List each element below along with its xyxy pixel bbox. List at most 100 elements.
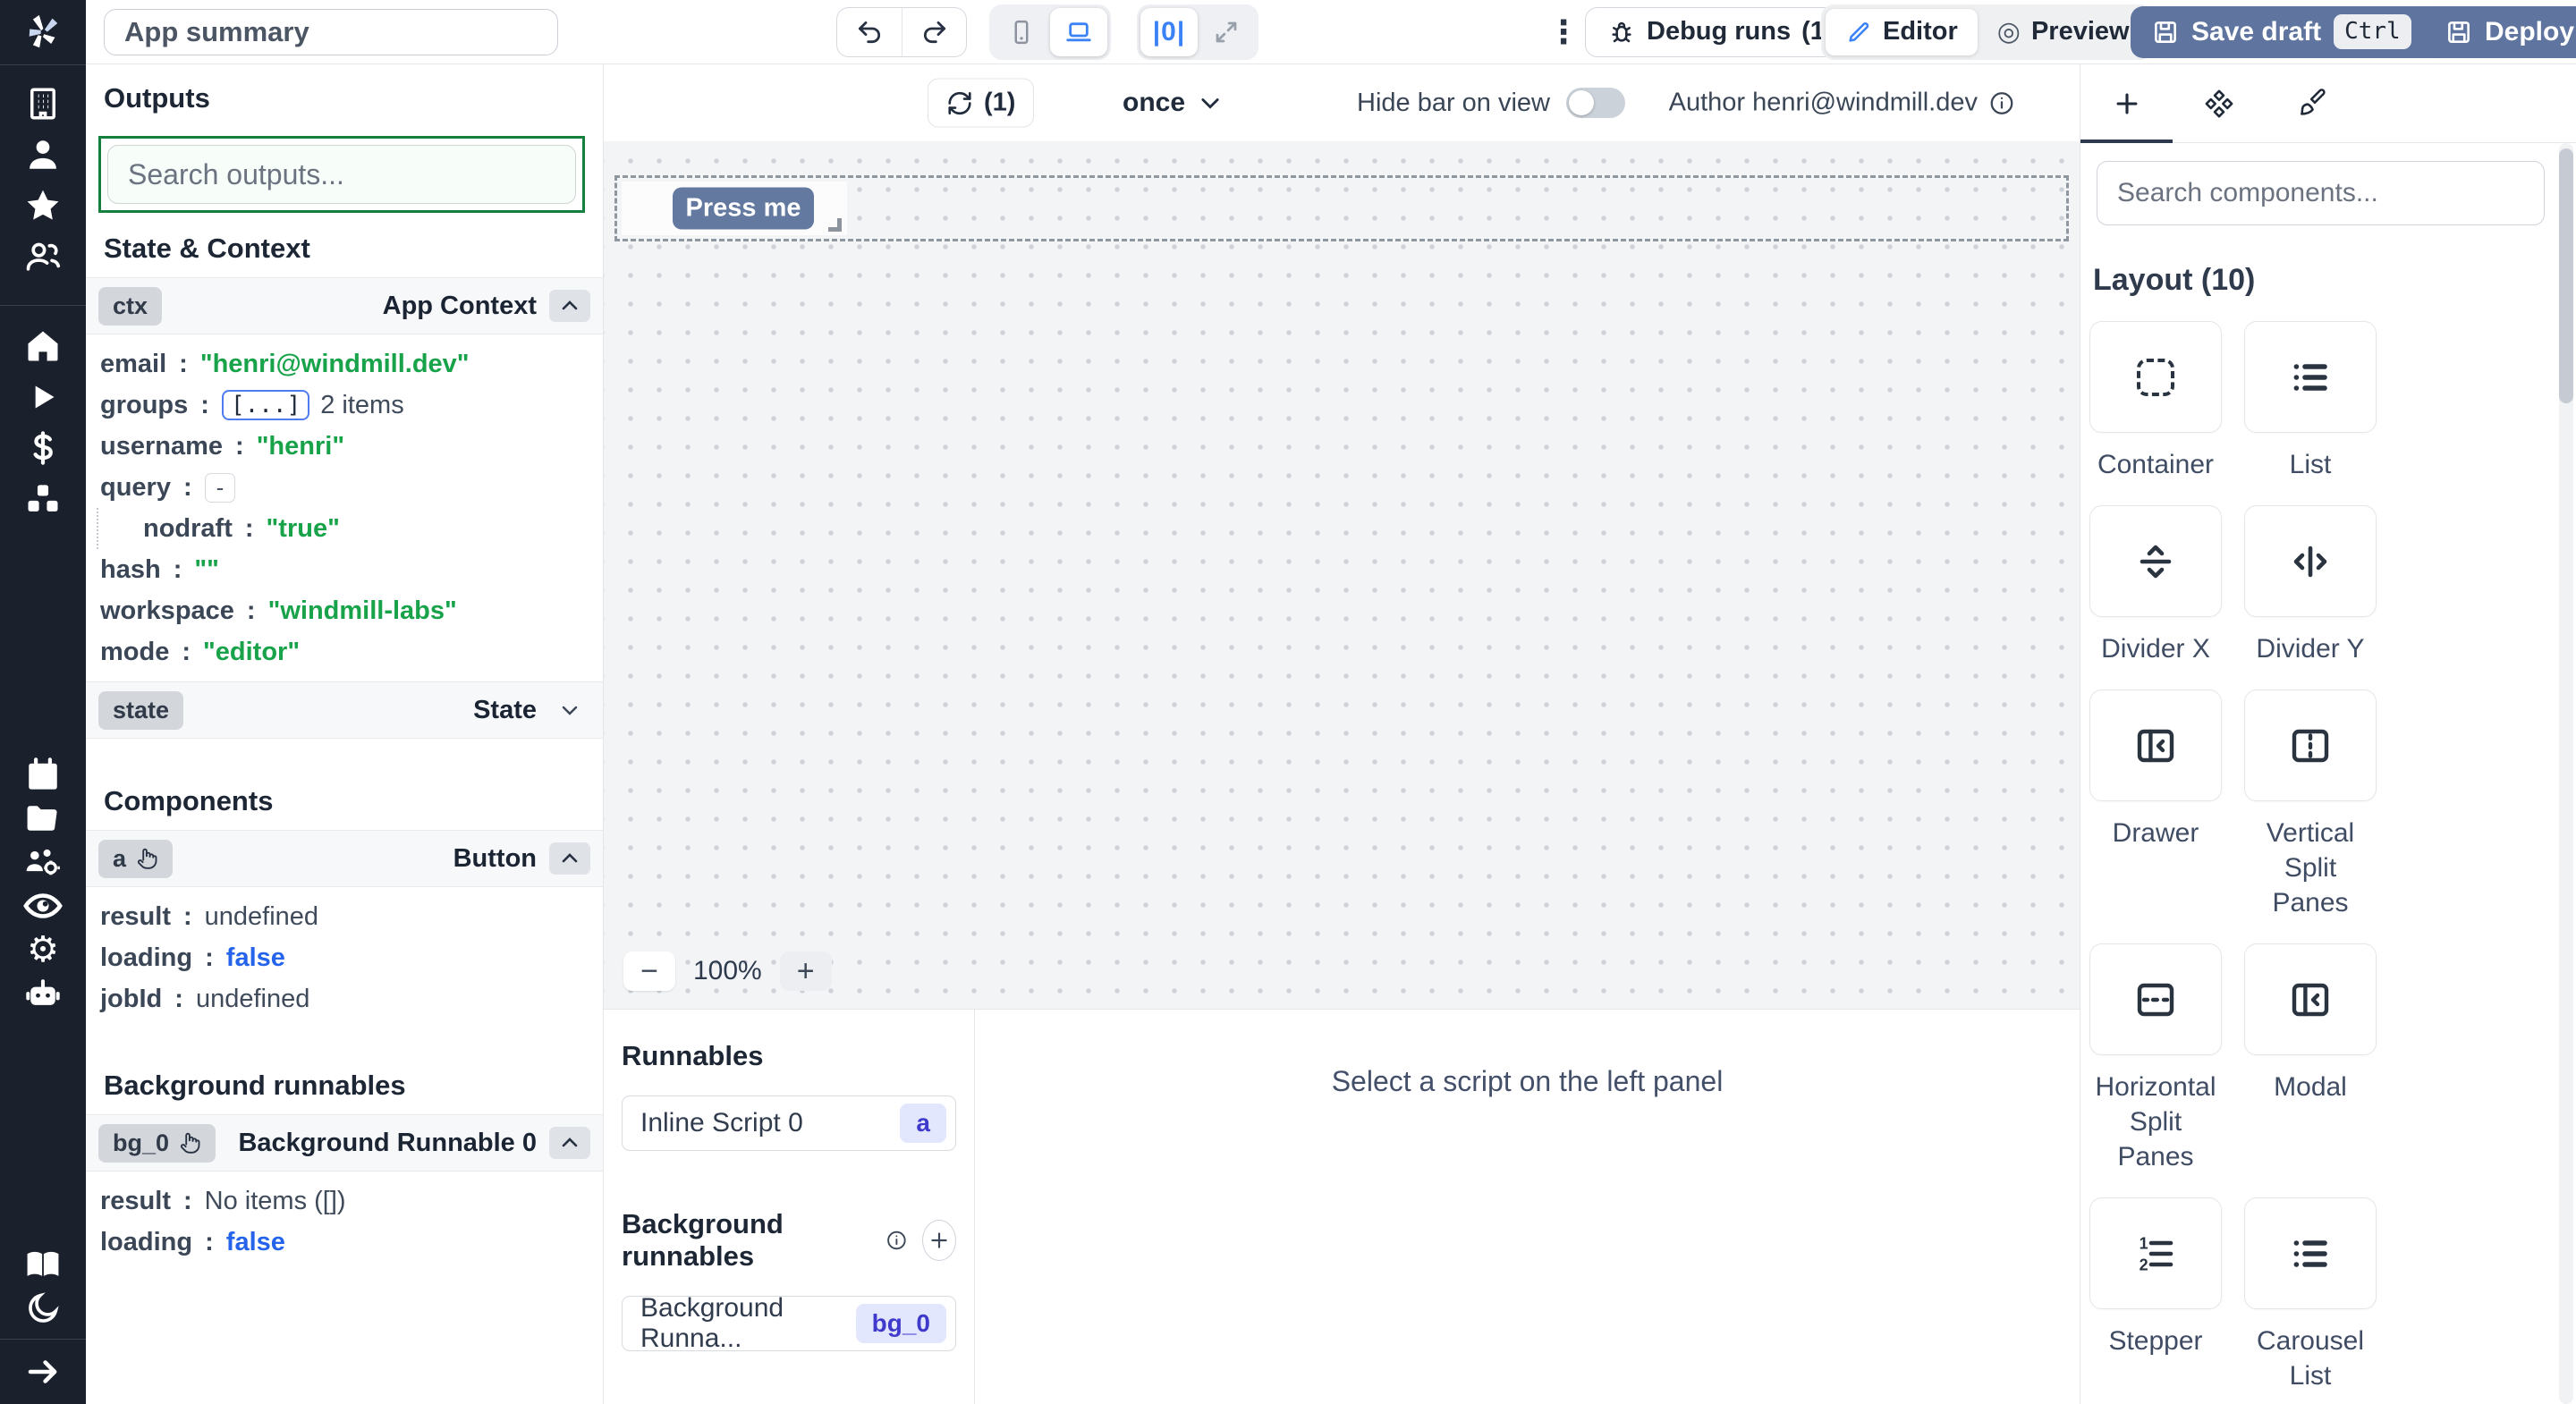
zoom-in-button[interactable]: + <box>779 952 832 991</box>
component-a-row[interactable]: a Button <box>86 830 603 887</box>
kv-row[interactable]: mode: "editor" <box>100 631 603 672</box>
expand-state-button[interactable] <box>549 694 590 726</box>
sidebar-item-user[interactable] <box>0 129 86 180</box>
kv-row[interactable]: groups: [...] 2 items <box>100 385 603 426</box>
schedule-dropdown[interactable]: once <box>1123 88 1223 118</box>
fullscreen-button[interactable] <box>1198 8 1255 56</box>
kv-row[interactable]: loading: false <box>100 937 603 978</box>
empty-object-badge[interactable]: - <box>204 472 236 503</box>
smartphone-icon <box>1014 20 1029 44</box>
collapse-ctx-button[interactable] <box>549 290 590 322</box>
add-bg-runnable-button[interactable] <box>921 1220 956 1261</box>
kv-row[interactable]: result: undefined <box>100 896 603 937</box>
windmill-logo[interactable] <box>0 0 86 64</box>
user-cog-icon <box>23 842 63 882</box>
button-component-cell[interactable]: Press me <box>622 182 847 235</box>
kv-row[interactable]: hash: "" <box>100 549 603 590</box>
bg-runnable-label: Background Runna... <box>640 1293 784 1353</box>
kv-row[interactable]: nodraft: "true" <box>97 508 603 549</box>
deploy-button[interactable]: Deploy <box>2424 5 2576 58</box>
mobile-view-button[interactable] <box>993 8 1050 56</box>
sidebar-item-settings[interactable]: ⚙ <box>0 927 86 971</box>
tab-insert-component[interactable] <box>2080 64 2173 143</box>
components-title: Components <box>104 785 274 816</box>
state-object-row[interactable]: state State <box>86 681 603 739</box>
center-content-button[interactable]: |0| <box>1140 7 1198 56</box>
sidebar-item-folders[interactable] <box>0 796 86 840</box>
bg-runnable-item[interactable]: Background Runna... bg_0 <box>622 1293 956 1353</box>
component-card-divider-y[interactable]: Divider Y <box>2244 505 2377 666</box>
sidebar-divider <box>0 64 86 65</box>
stepper-icon: 12 <box>2140 1234 2174 1273</box>
bg-runnable-row[interactable]: bg_0 Background Runnable 0 <box>86 1114 603 1171</box>
sidebar-item-ai[interactable] <box>0 971 86 1015</box>
ctx-badge: ctx <box>98 286 163 326</box>
collapse-bg-runnable-button[interactable] <box>549 1127 590 1159</box>
svg-text:1: 1 <box>2140 1234 2148 1252</box>
search-outputs-input[interactable] <box>107 145 576 204</box>
component-card-modal[interactable]: Modal <box>2244 943 2377 1174</box>
sidebar-item-runs[interactable] <box>0 371 86 422</box>
scrollbar-thumb[interactable] <box>2559 148 2573 403</box>
ctx-type-label: App Context <box>382 291 537 320</box>
kv-row[interactable]: result: No items ([]) <box>100 1180 603 1222</box>
sidebar-item-workspace[interactable] <box>0 78 86 129</box>
refresh-button[interactable]: (1) <box>928 78 1035 128</box>
debug-runs-button[interactable]: Debug runs (1) <box>1585 6 1856 57</box>
editor-preview-toggle: Editor ◎ Preview <box>1821 4 2154 60</box>
search-components-input[interactable] <box>2097 161 2545 225</box>
component-card-horizontal-split[interactable]: Horizontal Split Panes <box>2089 943 2222 1174</box>
kv-row[interactable]: query: - <box>100 467 603 508</box>
expand-array-badge[interactable]: [...] <box>221 390 310 420</box>
sidebar-expand-button[interactable] <box>0 1340 86 1404</box>
tab-editor[interactable]: Editor <box>1826 8 1978 55</box>
sidebar-item-schedules[interactable] <box>0 752 86 796</box>
ctx-object-row[interactable]: ctx App Context <box>86 277 603 334</box>
selected-row-outline[interactable]: Press me <box>614 175 2069 241</box>
press-me-button[interactable]: Press me <box>673 187 814 230</box>
app-summary-input[interactable] <box>104 8 558 55</box>
state-type-label: State <box>473 695 537 724</box>
tab-component-settings[interactable] <box>2173 64 2265 142</box>
sidebar-item-groups[interactable] <box>0 231 86 282</box>
sidebar-item-workers[interactable] <box>0 840 86 884</box>
resize-handle[interactable] <box>828 218 842 232</box>
top-toolbar: |0| ⋮ Debug runs (1) Editor ◎ Preview Sa… <box>86 0 2576 64</box>
component-card-list[interactable]: List <box>2244 321 2377 482</box>
component-card-drawer[interactable]: Drawer <box>2089 689 2222 920</box>
kv-row[interactable]: email: "henri@windmill.dev" <box>100 343 603 385</box>
sidebar-item-resources[interactable] <box>0 473 86 524</box>
kv-row[interactable]: jobId: undefined <box>100 978 603 1019</box>
tab-preview[interactable]: ◎ Preview <box>1978 9 2149 55</box>
components-panel-tabs <box>2080 64 2576 143</box>
undo-icon <box>858 21 880 43</box>
script-editor-placeholder: Select a script on the left panel <box>975 1010 2080 1404</box>
zoom-out-button[interactable]: − <box>623 952 675 991</box>
sidebar-item-variables[interactable] <box>0 422 86 473</box>
kv-row[interactable]: workspace: "windmill-labs" <box>100 590 603 631</box>
component-card-carousel-list[interactable]: Carousel List <box>2244 1197 2377 1393</box>
inline-script-item[interactable]: Inline Script 0 a <box>622 1095 956 1151</box>
sidebar-item-home[interactable] <box>0 320 86 371</box>
laptop-icon <box>1066 21 1091 41</box>
save-draft-label: Save draft <box>2191 16 2322 47</box>
sidebar-item-docs[interactable] <box>0 1242 86 1286</box>
sidebar-item-audit[interactable] <box>0 884 86 927</box>
desktop-view-button[interactable] <box>1050 7 1107 56</box>
redo-button[interactable] <box>902 7 966 56</box>
sidebar-item-theme[interactable] <box>0 1286 86 1330</box>
undo-button[interactable] <box>837 8 902 56</box>
hide-bar-toggle[interactable] <box>1566 88 1625 118</box>
component-card-stepper[interactable]: 1 2 Stepper <box>2089 1197 2222 1393</box>
sidebar-item-favorites[interactable] <box>0 180 86 231</box>
kv-row[interactable]: loading: false <box>100 1222 603 1263</box>
kv-row[interactable]: username: "henri" <box>100 426 603 467</box>
more-options-button[interactable]: ⋮ <box>1547 15 1580 47</box>
collapse-component-a-button[interactable] <box>549 842 590 875</box>
svg-text:2: 2 <box>2140 1256 2148 1273</box>
component-card-container[interactable]: Container <box>2089 321 2222 482</box>
app-canvas[interactable]: Press me − 100% + <box>604 141 2080 1009</box>
component-card-vertical-split[interactable]: Vertical Split Panes <box>2244 689 2377 920</box>
tab-theme[interactable] <box>2265 64 2357 142</box>
component-card-divider-x[interactable]: Divider X <box>2089 505 2222 666</box>
